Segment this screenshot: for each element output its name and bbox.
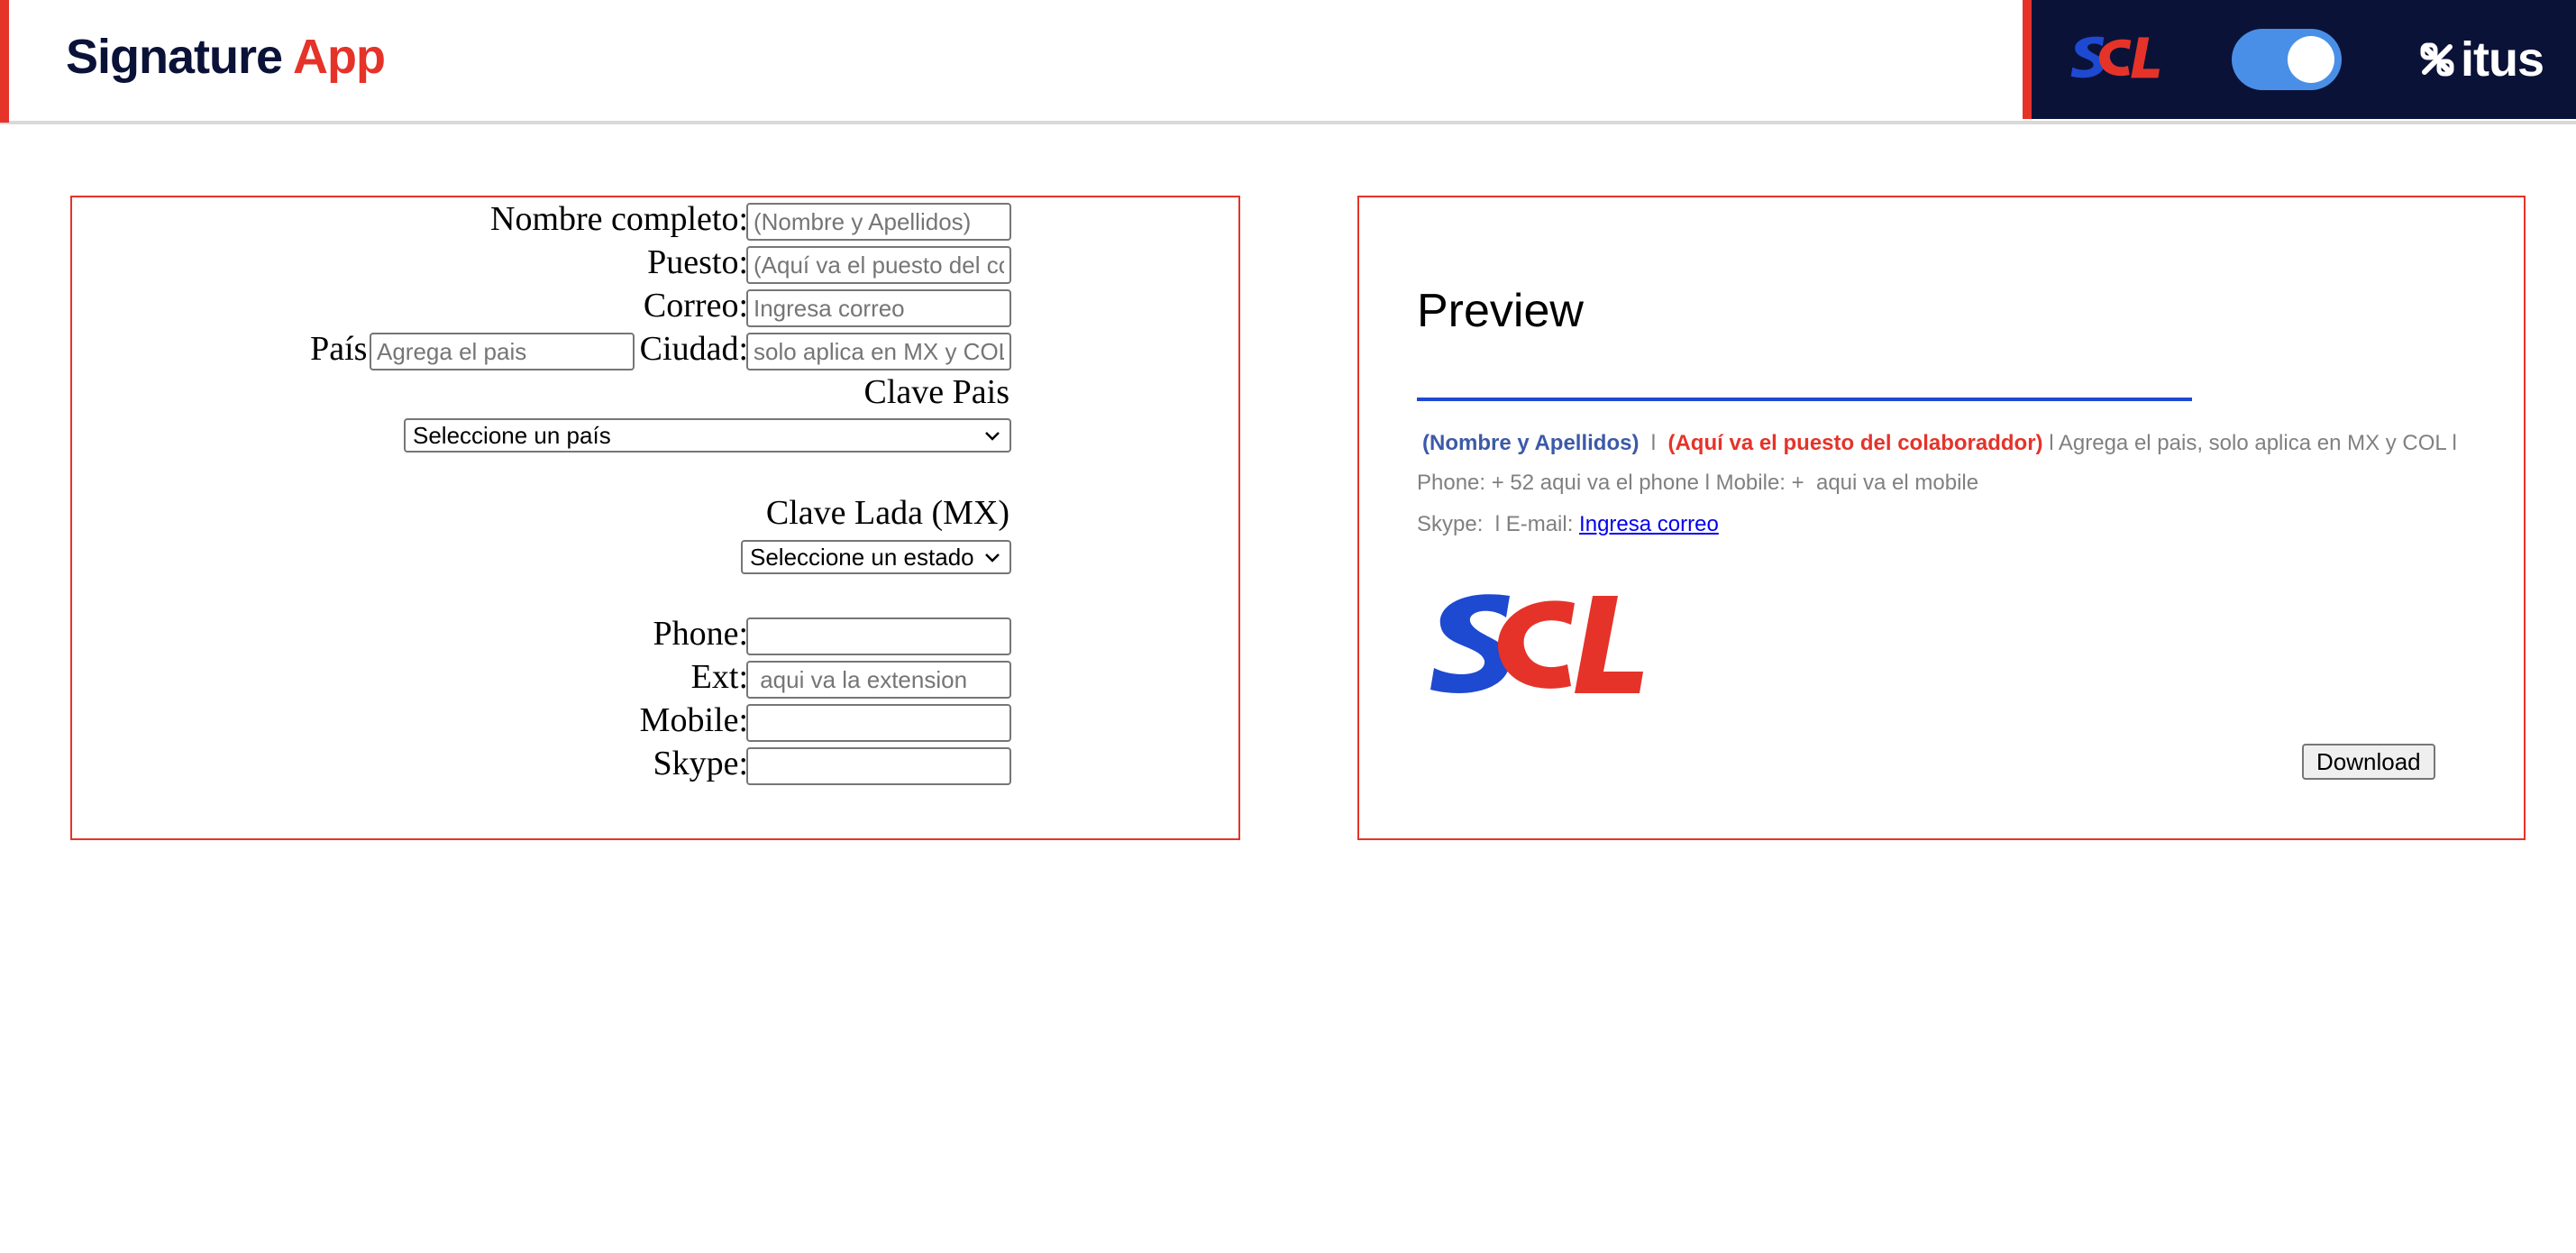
phone-input[interactable] — [746, 617, 1011, 655]
header-accent-bar — [0, 0, 9, 123]
label-phone: Phone: — [653, 615, 748, 653]
puesto-input[interactable] — [746, 246, 1011, 284]
preview-title: Preview — [1417, 285, 1584, 337]
scl-logo-icon — [2070, 36, 2160, 78]
ciudad-input[interactable] — [746, 333, 1011, 370]
mobile-input[interactable] — [746, 704, 1011, 742]
label-pais: País: — [310, 330, 377, 368]
app-title-accent: App — [293, 30, 386, 84]
state-select-value: Seleccione un estado — [750, 543, 974, 571]
signature-skype-line: Skype: l E-mail: — [1417, 512, 1580, 536]
label-nombre: Nombre completo: — [490, 200, 748, 238]
signature-form: Nombre completo: Puesto: Correo: País: C… — [70, 196, 1240, 840]
preview-divider — [1417, 398, 2192, 401]
itus-logo-text: itus — [2461, 32, 2544, 87]
signature-email-link[interactable]: Ingresa correo — [1579, 512, 1719, 536]
signature-line-2: Phone: + 52 aqui va el phone l Mobile: +… — [1417, 470, 1978, 497]
label-puesto: Puesto: — [647, 243, 748, 281]
signature-phone-line: Phone: + 52 aqui va el phone l Mobile: +… — [1417, 471, 1979, 495]
signature-line-3: Skype: l E-mail: Ingresa correo — [1417, 511, 1719, 538]
label-clave-pais: Clave Pais — [863, 373, 1009, 411]
signature-line-1: (Nombre y Apellidos) l (Aquí va el puest… — [1422, 430, 2457, 457]
preview-panel: Preview (Nombre y Apellidos) l (Aquí va … — [1357, 196, 2526, 840]
country-select[interactable]: Seleccione un país — [404, 418, 1011, 453]
theme-toggle[interactable] — [2232, 29, 2342, 90]
download-button[interactable]: Download — [2302, 744, 2435, 780]
chevron-down-icon — [985, 432, 1000, 441]
pais-input[interactable] — [370, 333, 635, 370]
app-title: Signature App — [66, 25, 386, 88]
skype-input[interactable] — [746, 747, 1011, 785]
label-clave-lada: Clave Lada (MX) — [765, 494, 1009, 532]
state-select[interactable]: Seleccione un estado — [741, 540, 1011, 574]
correo-input[interactable] — [746, 289, 1011, 327]
chevron-down-icon — [985, 553, 1000, 562]
scl-logo-large-icon — [1430, 594, 1643, 693]
country-select-value: Seleccione un país — [413, 421, 611, 449]
signature-separator: l — [1639, 431, 1668, 455]
label-correo: Correo: — [643, 287, 748, 325]
label-skype: Skype: — [653, 745, 748, 782]
nombre-input[interactable] — [746, 203, 1011, 241]
toggle-knob — [2288, 36, 2334, 83]
app-header: Signature App itus — [0, 0, 2576, 124]
label-mobile: Mobile: — [639, 701, 748, 739]
itus-mark-icon — [2420, 42, 2454, 77]
app-title-main: Signature — [66, 30, 283, 84]
signature-position: (Aquí va el puesto del colaboraddor) — [1667, 431, 2043, 455]
label-ext: Ext: — [690, 658, 748, 696]
ext-input[interactable] — [746, 661, 1011, 699]
label-ciudad: Ciudad: — [639, 330, 748, 368]
itus-logo: itus — [2419, 34, 2544, 85]
signature-location: l Agrega el pais, solo aplica en MX y CO… — [2042, 431, 2457, 455]
signature-name: (Nombre y Apellidos) — [1422, 431, 1640, 455]
